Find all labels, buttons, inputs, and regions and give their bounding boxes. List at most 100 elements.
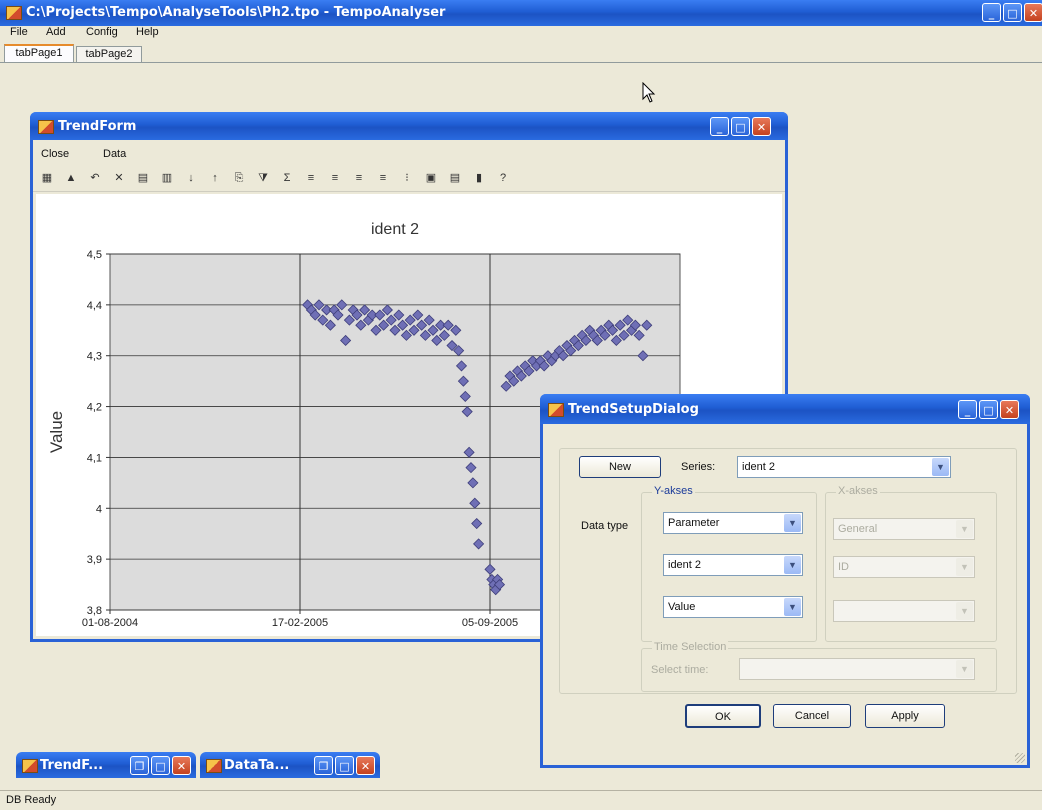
minimized-trendform-label: TrendF...	[40, 758, 104, 773]
table-icon[interactable]: ▤	[135, 170, 151, 186]
minimize-icon[interactable]: _	[982, 3, 1001, 22]
maximize-icon[interactable]: □	[151, 756, 170, 775]
dialog-icon	[548, 403, 564, 417]
select-time-select[interactable]: ▼	[739, 658, 975, 680]
maximize-icon[interactable]: □	[335, 756, 354, 775]
restore-icon[interactable]: ❐	[130, 756, 149, 775]
y-axis-series-select[interactable]: ident 2 ▼	[663, 554, 803, 576]
tab-page1-label: tabPage1	[15, 47, 63, 59]
cancel-button-label: Cancel	[794, 710, 830, 722]
list-icon[interactable]: ▥	[159, 170, 175, 186]
tab-strip: tabPage1 tabPage2	[0, 44, 1042, 63]
align-justify-icon[interactable]: ≡	[375, 170, 391, 186]
chevron-down-icon: ▼	[956, 602, 973, 620]
chevron-down-icon: ▼	[956, 520, 973, 538]
undo-icon[interactable]: ↶	[87, 170, 103, 186]
mouse-cursor-icon	[642, 82, 656, 103]
time-selection-label: Time Selection	[652, 641, 729, 653]
chevron-down-icon[interactable]: ▼	[784, 556, 801, 574]
sum-icon[interactable]: Σ	[279, 170, 295, 186]
minimize-icon[interactable]: _	[710, 117, 729, 136]
sort-desc-icon[interactable]: ↑	[207, 170, 223, 186]
trend-form-menu: Close Data	[33, 148, 785, 166]
chart-title: ident 2	[371, 221, 419, 238]
main-title-bar[interactable]: C:\Projects\Tempo\AnalyseTools\Ph2.tpo -…	[0, 0, 1042, 26]
menu-file[interactable]: File	[10, 26, 28, 38]
series-label: Series:	[681, 461, 716, 473]
minimized-datatable[interactable]: DataTa... ❐ □ ✕	[200, 752, 380, 778]
book-icon[interactable]: ▮	[471, 170, 487, 186]
x-axis-type-select[interactable]: General ▼	[833, 518, 975, 540]
cancel-button[interactable]: Cancel	[773, 704, 851, 728]
close-icon[interactable]: ✕	[1024, 3, 1042, 22]
chevron-down-icon[interactable]: ▼	[932, 458, 949, 476]
y-tick-label: 4	[96, 503, 102, 515]
series-select[interactable]: ident 2 ▼	[737, 456, 951, 478]
chart-icon[interactable]: ▲	[63, 170, 79, 186]
main-window-title: C:\Projects\Tempo\AnalyseTools\Ph2.tpo -…	[26, 5, 446, 20]
y-axis-field-select[interactable]: Value ▼	[663, 596, 803, 618]
chevron-down-icon: ▼	[956, 660, 973, 678]
minimize-icon[interactable]: _	[958, 400, 977, 419]
status-bar: DB Ready	[0, 790, 1042, 810]
trend-form-title: TrendForm	[58, 119, 137, 134]
delete-icon[interactable]: ✕	[111, 170, 127, 186]
filter-icon[interactable]: ⧩	[255, 170, 271, 186]
chevron-down-icon[interactable]: ▼	[784, 598, 801, 616]
menu-data[interactable]: Data	[103, 148, 126, 160]
align-left-icon[interactable]: ≡	[303, 170, 319, 186]
maximize-icon[interactable]: □	[731, 117, 750, 136]
close-icon[interactable]: ✕	[356, 756, 375, 775]
trend-toolbar: ▦ ▲ ↶ ✕ ▤ ▥ ↓ ↑ ⎘ ⧩ Σ ≡ ≡ ≡ ≡ ⁝ ▣ ▤ ▮?	[33, 167, 785, 192]
menu-close[interactable]: Close	[41, 148, 69, 160]
help-icon[interactable]: ?	[495, 170, 511, 186]
trend-form-title-bar[interactable]: TrendForm _ □ ✕	[30, 112, 788, 140]
maximize-icon[interactable]: □	[1003, 3, 1022, 22]
grid-icon[interactable]: ▦	[39, 170, 55, 186]
x-axis-series-value: ID	[838, 561, 849, 573]
menu-help[interactable]: Help	[136, 26, 159, 38]
x-axis-series-select[interactable]: ID ▼	[833, 556, 975, 578]
close-icon[interactable]: ✕	[172, 756, 191, 775]
restore-icon[interactable]: ❐	[314, 756, 333, 775]
export-icon[interactable]: ▣	[423, 170, 439, 186]
menu-add[interactable]: Add	[46, 26, 66, 38]
x-axis-field-select[interactable]: ▼	[833, 600, 975, 622]
align-center-icon[interactable]: ≡	[327, 170, 343, 186]
trend-setup-dialog: TrendSetupDialog _ □ ✕ New Series: ident…	[540, 394, 1030, 768]
align-right-icon[interactable]: ≡	[351, 170, 367, 186]
y-axis-type-select[interactable]: Parameter ▼	[663, 512, 803, 534]
tab-page1[interactable]: tabPage1	[4, 44, 74, 62]
info-icon[interactable]: ⁝	[399, 170, 415, 186]
y-axis-type-value: Parameter	[668, 517, 720, 529]
status-text: DB Ready	[6, 794, 57, 806]
resize-grip-icon[interactable]	[1015, 753, 1025, 763]
sort-asc-icon[interactable]: ↓	[183, 170, 199, 186]
y-tick-label: 4,3	[87, 351, 102, 363]
dialog-title-bar[interactable]: TrendSetupDialog _ □ ✕	[540, 394, 1030, 424]
menu-config[interactable]: Config	[86, 26, 118, 38]
chevron-down-icon: ▼	[956, 558, 973, 576]
new-button[interactable]: New	[579, 456, 661, 478]
x-tick-label: 17-02-2005	[272, 617, 328, 629]
series-select-value: ident 2	[742, 461, 776, 473]
close-icon[interactable]: ✕	[752, 117, 771, 136]
ok-button[interactable]: OK	[685, 704, 761, 728]
y-tick-label: 3,9	[87, 554, 102, 566]
y-tick-label: 4,2	[87, 402, 102, 414]
tab-page2-label: tabPage2	[85, 48, 133, 60]
y-axis-series-value: ident 2	[668, 559, 702, 571]
apply-button[interactable]: Apply	[865, 704, 945, 728]
tab-page2[interactable]: tabPage2	[76, 46, 142, 62]
chevron-down-icon[interactable]: ▼	[784, 514, 801, 532]
minimized-trendform[interactable]: TrendF... ❐ □ ✕	[16, 752, 196, 778]
dialog-title: TrendSetupDialog	[568, 402, 699, 417]
print-icon[interactable]: ▤	[447, 170, 463, 186]
maximize-icon[interactable]: □	[979, 400, 998, 419]
close-icon[interactable]: ✕	[1000, 400, 1019, 419]
y-axis-label: Value	[47, 411, 66, 453]
trend-form-icon	[38, 120, 54, 134]
copy-icon[interactable]: ⎘	[231, 170, 247, 186]
x-tick-label: 01-08-2004	[82, 617, 138, 629]
y-tick-label: 3,8	[87, 605, 102, 617]
